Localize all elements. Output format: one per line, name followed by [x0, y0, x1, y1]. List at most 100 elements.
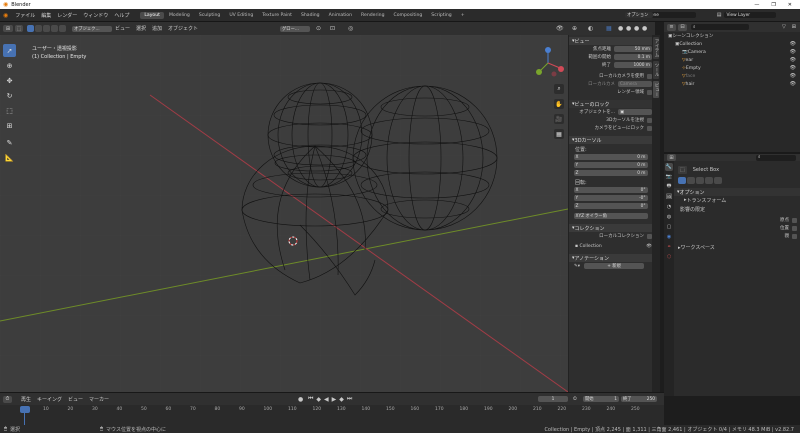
tab-rendering[interactable]: Rendering: [357, 12, 388, 19]
rotate-tool-icon[interactable]: ↻: [3, 89, 16, 102]
proportional-edit-icon[interactable]: ◎: [348, 25, 353, 32]
add-workspace-icon[interactable]: +: [457, 12, 469, 19]
camera-field[interactable]: Camera: [618, 81, 652, 87]
menu-select[interactable]: 選択: [133, 25, 149, 32]
xray-icon[interactable]: ▦: [606, 25, 612, 32]
select-subtract-icon[interactable]: [43, 25, 50, 32]
cursor-tool-icon[interactable]: ⊕: [3, 59, 16, 72]
tab-scripting[interactable]: Scripting: [427, 12, 455, 19]
shading-material-icon[interactable]: ●: [634, 25, 639, 32]
tab-tool[interactable]: ツール: [653, 61, 659, 79]
gizmo-icon[interactable]: ⊕: [572, 25, 577, 32]
tab-item[interactable]: アイテム: [653, 37, 659, 59]
tab-layout[interactable]: Layout: [140, 11, 164, 19]
visibility-eye-icon[interactable]: 👁: [790, 57, 796, 63]
annotate-tool-icon[interactable]: ✎: [3, 136, 16, 149]
lock-object-field[interactable]: ▣: [618, 109, 652, 115]
current-frame-field[interactable]: 1: [538, 396, 568, 402]
timeline-ruler[interactable]: 1102030405060708090100110120130140150160…: [0, 405, 664, 425]
mode-subtract-icon[interactable]: [696, 177, 704, 184]
data-tab-icon[interactable]: ⬡: [665, 253, 673, 261]
collection-name[interactable]: Collection: [579, 244, 601, 249]
select-extend-icon[interactable]: [35, 25, 42, 32]
object-mode-dropdown[interactable]: オブジェク...: [72, 25, 112, 32]
outliner-item[interactable]: ▽ ear 👁: [664, 56, 800, 64]
visibility-eye-icon[interactable]: 👁: [790, 49, 796, 55]
clip-start-field[interactable]: 0.1 m: [614, 54, 652, 60]
select-intersect-icon[interactable]: [59, 25, 66, 32]
cursor-rx-field[interactable]: 0°: [641, 188, 646, 193]
view-layer-selector[interactable]: View Layer: [724, 12, 777, 18]
maximize-button[interactable]: ❐: [771, 2, 775, 8]
3d-viewport[interactable]: ユーザー・透視投影 (1) Collection | Empty ⌕ ✋ 🎥 ▦: [0, 35, 568, 392]
timeline-editor-icon[interactable]: ⏱: [3, 395, 12, 403]
output-tab-icon[interactable]: 🖶: [665, 183, 673, 191]
outliner-search-input[interactable]: ⌕: [691, 24, 749, 30]
shading-solid-icon[interactable]: ●: [626, 25, 631, 32]
cursor-rz-field[interactable]: 0°: [641, 204, 646, 209]
render-tab-icon[interactable]: 📷: [665, 173, 673, 181]
outliner-item[interactable]: ▽ face 👁: [664, 72, 800, 80]
transform-tool-icon[interactable]: ⊞: [3, 119, 16, 132]
zoom-icon[interactable]: ⌕: [554, 84, 564, 94]
blender-menu-icon[interactable]: ◉: [3, 12, 8, 19]
menu-marker[interactable]: マーカー: [86, 396, 112, 403]
mode-invert-icon[interactable]: [705, 177, 713, 184]
physics-tab-icon[interactable]: ◉: [665, 233, 673, 241]
transform-subsection[interactable]: ▸ トランスフォーム: [674, 196, 800, 204]
playhead-indicator[interactable]: [20, 406, 30, 413]
jump-start-icon[interactable]: ⏮: [308, 395, 313, 403]
annotation-section-header[interactable]: ▾ アノテーション: [569, 254, 655, 262]
pivot-icon[interactable]: ⊙: [316, 25, 321, 32]
affect-parent-checkbox[interactable]: [792, 233, 797, 239]
outliner-item[interactable]: 📷 Camera 👁: [664, 48, 800, 56]
menu-file[interactable]: ファイル: [12, 12, 38, 19]
next-keyframe-icon[interactable]: ◆: [339, 396, 344, 403]
close-button[interactable]: ✕: [788, 2, 792, 8]
tab-sculpting[interactable]: Sculpting: [195, 12, 224, 19]
filter-icon[interactable]: ▽: [782, 24, 786, 30]
focal-length-field[interactable]: 50 mm: [614, 46, 652, 52]
record-icon[interactable]: ●: [298, 396, 303, 403]
move-tool-icon[interactable]: ✥: [3, 74, 16, 87]
object-tab-icon[interactable]: ▢: [665, 223, 673, 231]
tool-tab-icon[interactable]: 🔧: [665, 163, 673, 171]
snap-icon[interactable]: ⊡: [330, 25, 335, 32]
cursor-ry-field[interactable]: -0°: [639, 196, 645, 201]
shading-rendered-icon[interactable]: ●: [642, 25, 647, 32]
world-tab-icon[interactable]: ◍: [665, 213, 673, 221]
tab-compositing[interactable]: Compositing: [390, 12, 427, 19]
menu-edit[interactable]: 編集: [38, 12, 54, 19]
play-reverse-icon[interactable]: ◀: [324, 396, 329, 403]
jump-end-icon[interactable]: ⏭: [347, 395, 352, 403]
visibility-icon[interactable]: 👁: [556, 25, 564, 32]
menu-help[interactable]: ヘルプ: [111, 12, 132, 19]
shading-wireframe-icon[interactable]: ●: [618, 25, 623, 32]
scene-tab-icon[interactable]: ◔: [665, 203, 673, 211]
visibility-eye-icon[interactable]: 👁: [790, 73, 796, 79]
cursor-y-field[interactable]: 0 m: [637, 163, 645, 168]
select-tool-icon[interactable]: ➚: [3, 44, 16, 57]
mode-intersect-icon[interactable]: [714, 177, 722, 184]
measure-tool-icon[interactable]: 📐: [3, 151, 16, 164]
view-layer-tab-icon[interactable]: 🖼: [665, 193, 673, 201]
display-mode-icon[interactable]: ⊟: [678, 23, 687, 31]
pan-hand-icon[interactable]: ✋: [554, 99, 564, 109]
visibility-eye-icon[interactable]: 👁: [790, 41, 796, 47]
outliner-item[interactable]: ▣ Collection 👁: [664, 40, 800, 48]
properties-search-input[interactable]: ⌕: [756, 154, 796, 161]
select-invert-icon[interactable]: [51, 25, 58, 32]
mode-new-icon[interactable]: [678, 177, 686, 184]
workspace-section-header[interactable]: ▸ ワークスペース: [674, 243, 800, 252]
menu-view[interactable]: ビュー: [112, 25, 133, 32]
new-annotation-button[interactable]: + 新規: [584, 263, 645, 269]
select-new-icon[interactable]: [27, 25, 34, 32]
view-lock-header[interactable]: ▾ ビューのロック: [569, 100, 655, 108]
tab-uv-editing[interactable]: UV Editing: [225, 12, 257, 19]
mode-extend-icon[interactable]: [687, 177, 695, 184]
select-mode-icon[interactable]: ⬚: [15, 25, 23, 32]
view-section-header[interactable]: ▾ ビュー: [569, 37, 655, 45]
properties-editor-icon[interactable]: ⊞: [667, 154, 676, 161]
camera-view-icon[interactable]: 🎥: [554, 114, 564, 124]
prev-keyframe-icon[interactable]: ◆: [316, 396, 321, 403]
